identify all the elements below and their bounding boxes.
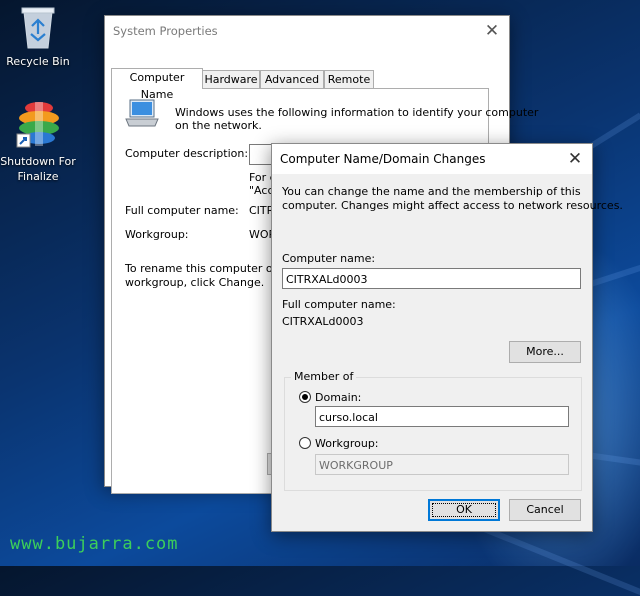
intro-text-line2: on the network. (175, 119, 262, 132)
domain-changes-title: Computer Name/Domain Changes (280, 152, 486, 166)
tab-remote[interactable]: Remote (324, 70, 374, 89)
cancel-button[interactable]: Cancel (509, 499, 581, 521)
more-button[interactable]: More... (509, 341, 581, 363)
close-icon[interactable]: ✕ (558, 144, 592, 174)
dialog-intro-line2: computer. Changes might affect access to… (282, 199, 623, 212)
shutdown-label-line1: Shutdown For (0, 155, 76, 168)
desktop-icon-shutdown[interactable]: Shutdown For Finalize (0, 100, 80, 184)
shutdown-label-line2: Finalize (17, 170, 59, 183)
computer-name-input[interactable]: CITRXALd0003 (282, 268, 581, 289)
close-icon[interactable]: ✕ (475, 16, 509, 46)
full-computer-name-label: Full computer name: (125, 204, 239, 217)
domain-input[interactable]: curso.local (315, 406, 569, 427)
shutdown-shortcut-icon (16, 102, 59, 148)
intro-text-line1: Windows uses the following information t… (175, 106, 539, 119)
recycle-bin-label: Recycle Bin (6, 55, 70, 68)
member-of-label: Member of (291, 370, 357, 383)
domain-radio[interactable] (299, 391, 311, 403)
workgroup-radio[interactable] (299, 437, 311, 449)
workgroup-label: Workgroup: (315, 437, 379, 450)
system-properties-title: System Properties (113, 24, 218, 38)
full-computer-name-value: CITRXALd0003 (282, 315, 364, 328)
domain-changes-titlebar[interactable]: Computer Name/Domain Changes ✕ (272, 144, 592, 174)
tab-computer-name[interactable]: Computer Name (111, 68, 203, 101)
system-properties-titlebar[interactable]: System Properties ✕ (105, 16, 509, 46)
watermark: www.bujarra.com (10, 534, 179, 554)
ok-button[interactable]: OK (428, 499, 500, 521)
example-text-line2: "Acc (249, 184, 274, 197)
computer-name-label: Computer name: (282, 252, 376, 265)
tab-hardware[interactable]: Hardware (202, 70, 260, 89)
domain-changes-dialog: Computer Name/Domain Changes ✕ You can c… (271, 143, 623, 532)
member-of-group: Member of Domain: curso.local Workgroup:… (284, 370, 582, 491)
dialog-intro-line1: You can change the name and the membersh… (282, 185, 581, 198)
recycle-bin-icon (21, 7, 55, 49)
computer-description-label: Computer description: (125, 147, 249, 160)
tab-advanced[interactable]: Advanced (260, 70, 324, 89)
workgroup-label: Workgroup: (125, 228, 189, 241)
rename-text-line2: workgroup, click Change. (125, 276, 265, 289)
workgroup-input: WORKGROUP (315, 454, 569, 475)
domain-label: Domain: (315, 391, 362, 404)
desktop-icon-recycle-bin[interactable]: Recycle Bin (0, 4, 80, 69)
full-computer-name-label: Full computer name: (282, 298, 396, 311)
focus-rect (432, 503, 496, 517)
